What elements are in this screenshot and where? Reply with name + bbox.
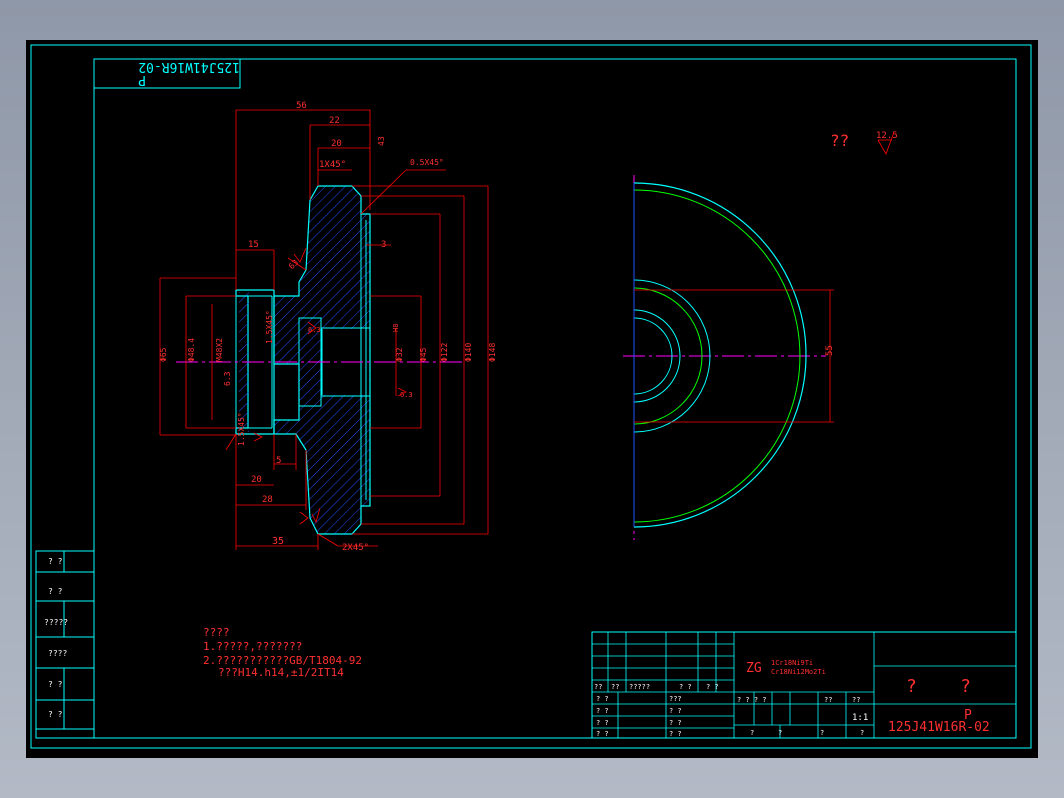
dim-28: 28 — [262, 495, 273, 505]
dim-3: 3 — [381, 240, 386, 250]
outer-frame — [30, 44, 1032, 749]
dim-15: 15 — [248, 240, 259, 250]
mirrored-code-box: 125J41W16R-02 P — [94, 59, 241, 89]
tb-cell: ? ? — [596, 695, 609, 703]
dim-phi122: Φ122 — [440, 343, 449, 362]
roughness-value: 12.5 — [876, 131, 898, 141]
roughness-43: 43 — [377, 136, 386, 146]
notes-line-3: ???H14.h14,±1/2IT14 — [218, 666, 344, 679]
dim-phi45: Φ45 — [419, 347, 428, 362]
end-view: 55 — [623, 175, 835, 540]
chamfer-1.5x45-a: 1.5X45° — [265, 310, 274, 344]
dim-5: 5 — [276, 456, 281, 466]
roughness-label: ?? — [830, 131, 849, 150]
material-line-2: Cr18Ni12Mo2Ti — [771, 668, 826, 676]
title-block: ZG 1Cr18Ni9Ti Cr18Ni12Mo2Ti ? ? P 125J41… — [591, 631, 1017, 739]
tb-cell: ? ? — [669, 719, 682, 727]
material-prefix: ZG — [746, 661, 762, 676]
left-table-cell: ? ? — [48, 710, 63, 719]
dim-phi65: Φ65 — [159, 347, 168, 362]
mirrored-code: 125J41W16R-02 — [138, 59, 240, 74]
tb-cell: ?? — [611, 683, 619, 691]
tb-cell: ? ? ? ? — [737, 696, 767, 704]
drawing-code: 125J41W16R-02 — [888, 720, 990, 735]
tb-cell: ? — [750, 729, 754, 737]
left-table-cell: ? ? — [48, 587, 63, 596]
dim-22: 22 — [329, 116, 340, 126]
tb-cell: ? ? — [679, 683, 692, 691]
chamfer-1.5x45-b: 1.5X45° — [237, 412, 246, 446]
technical-notes: ???? 1.?????,??????? 2.???????????GB/T18… — [203, 626, 362, 679]
dim-20-b: 20 — [251, 475, 262, 485]
chamfer-0.5x45: 0.5X45° — [410, 158, 444, 167]
tb-cell: ?? — [852, 696, 860, 704]
chamfer-2x45: 2X45° — [342, 543, 369, 553]
dim-phi32: Φ32 — [395, 347, 404, 362]
dim-20: 20 — [331, 139, 342, 149]
material-line-1: 1Cr18Ni9Ti — [771, 659, 813, 667]
dim-55: 55 — [825, 345, 835, 356]
tb-cell: ? — [820, 729, 824, 737]
tb-cell: ? ? — [596, 707, 609, 715]
tb-cell: ? ? — [669, 730, 682, 738]
dim-phi140: Φ140 — [464, 343, 473, 362]
tb-cell: ????? — [629, 683, 650, 691]
tb-cell: ?? — [824, 696, 832, 704]
tb-cell: ? — [860, 729, 864, 737]
dim-phi48.4: Φ48.4 — [187, 338, 196, 362]
left-table-cell: ???? — [48, 649, 67, 658]
tb-cell: ??? — [669, 695, 682, 703]
dim-m48x2: M48X2 — [215, 338, 224, 362]
drawing-canvas: 125J41W16R-02 P ? ? ? ? ????? ???? ? ? ?… — [30, 44, 1032, 749]
section-view: 56 22 20 43 1X45° 0.5X45° 15 3 63 Φ65 Φ4… — [159, 101, 497, 553]
dim-35: 35 — [272, 536, 284, 547]
tb-cell: ? ? — [596, 730, 609, 738]
chamfer-1x45: 1X45° — [319, 160, 346, 170]
tb-cell: ?? — [594, 683, 602, 691]
left-table-cell: ? ? — [48, 557, 63, 566]
cad-viewport[interactable]: 125J41W16R-02 P ? ? ? ? ????? ???? ? ? ?… — [26, 40, 1038, 758]
tb-cell: ? ? — [596, 719, 609, 727]
dim-phi148: Φ148 — [488, 343, 497, 362]
roughness-6.3-b: 6.3 — [223, 371, 232, 386]
mirrored-letter: P — [138, 72, 146, 87]
tb-cell: ? — [778, 729, 782, 737]
inner-frame — [93, 58, 1017, 739]
tb-cell: ? ? — [669, 707, 682, 715]
part-name: ? ? — [906, 676, 971, 697]
scale: 1:1 — [852, 713, 868, 723]
notes-line-1: 1.?????,??????? — [203, 640, 302, 653]
general-roughness: ?? 12.5 — [830, 131, 898, 155]
left-table-cell: ????? — [44, 618, 68, 627]
tb-cell: ? ? — [706, 683, 719, 691]
notes-title: ???? — [203, 626, 230, 639]
dim-56: 56 — [296, 101, 307, 111]
left-side-table: ? ? ? ? ????? ???? ? ? ? ? — [35, 550, 95, 739]
note-h8: H8 — [392, 324, 400, 332]
left-table-cell: ? ? — [48, 680, 63, 689]
